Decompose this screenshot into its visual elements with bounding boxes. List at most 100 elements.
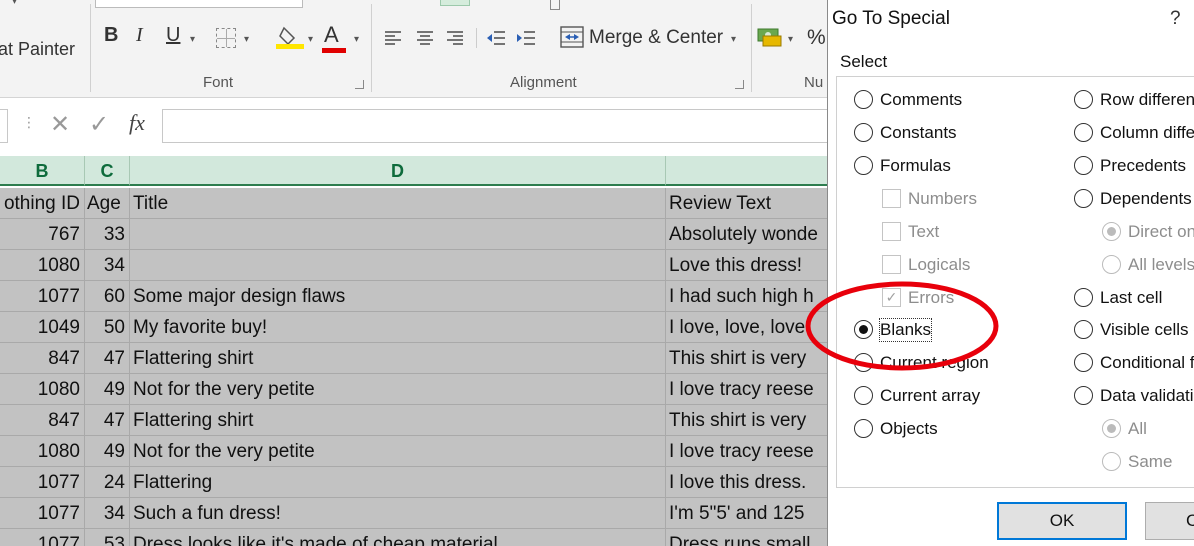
italic-button[interactable]: I	[136, 24, 143, 47]
enter-icon[interactable]: ✓	[89, 110, 109, 139]
radio-circle[interactable]	[854, 419, 873, 438]
cell-c[interactable]: 50	[85, 312, 130, 343]
cell-d[interactable]: Dress looks like it's made of cheap mate…	[130, 529, 666, 546]
cell-b[interactable]: 1080	[0, 250, 85, 281]
merge-center-button[interactable]: Merge & Center	[589, 27, 723, 49]
formula-input[interactable]	[162, 109, 862, 143]
radio-circle[interactable]	[1102, 419, 1121, 438]
align-center-icon[interactable]	[416, 29, 434, 52]
radio-circle[interactable]	[1102, 452, 1121, 471]
cell-d[interactable]: Not for the very petite	[130, 374, 666, 405]
cell-c[interactable]: 33	[85, 219, 130, 250]
alignment-dialog-launcher[interactable]	[735, 80, 744, 89]
radio-circle[interactable]	[854, 156, 873, 175]
merge-dropdown-caret[interactable]: ▾	[731, 34, 736, 45]
align-left-icon[interactable]	[384, 29, 402, 52]
radio-circle[interactable]	[1074, 320, 1093, 339]
cell-b[interactable]: othing ID	[0, 188, 85, 219]
cell-c[interactable]: 49	[85, 374, 130, 405]
cell-b[interactable]: 1077	[0, 498, 85, 529]
cell-b[interactable]: 847	[0, 343, 85, 374]
checkbox-box[interactable]	[882, 222, 901, 241]
cancel-button[interactable]: C	[1145, 502, 1194, 540]
accounting-format-icon[interactable]	[757, 26, 783, 53]
radio-circle[interactable]	[1074, 90, 1093, 109]
font-dialog-launcher[interactable]	[355, 80, 364, 89]
cell-c[interactable]: 47	[85, 405, 130, 436]
radio-circle[interactable]	[854, 386, 873, 405]
cell-d[interactable]: Such a fun dress!	[130, 498, 666, 529]
underline-button[interactable]: U	[166, 24, 180, 47]
cell-b[interactable]: 1077	[0, 467, 85, 498]
fill-color-icon[interactable]	[276, 24, 306, 50]
cell-c[interactable]: 49	[85, 436, 130, 467]
decrease-indent-icon[interactable]	[486, 29, 506, 52]
percent-style-button[interactable]: %	[807, 26, 826, 50]
radio-circle[interactable]	[1102, 222, 1121, 241]
bold-button[interactable]: B	[104, 24, 118, 47]
cell-b[interactable]: 1077	[0, 529, 85, 546]
cell-d[interactable]: Flattering	[130, 467, 666, 498]
cancel-icon[interactable]: ✕	[50, 110, 70, 139]
fill-color-dropdown-caret[interactable]: ▾	[308, 34, 313, 45]
cell-d[interactable]: Some major design flaws	[130, 281, 666, 312]
checkbox-box[interactable]: ✓	[882, 288, 901, 307]
option-label: Blanks	[878, 318, 933, 342]
cell-b[interactable]: 847	[0, 405, 85, 436]
wrap-text-button-edge[interactable]	[440, 0, 470, 6]
cell-c[interactable]: 34	[85, 250, 130, 281]
checkbox-box[interactable]	[882, 189, 901, 208]
merge-center-icon[interactable]	[560, 26, 584, 53]
format-painter-button[interactable]: at Painter	[0, 39, 75, 60]
cell-b[interactable]: 1080	[0, 374, 85, 405]
cell-c[interactable]: 24	[85, 467, 130, 498]
orientation-icon-edge[interactable]	[550, 0, 560, 10]
radio-circle[interactable]	[1074, 288, 1093, 307]
radio-circle[interactable]	[1074, 353, 1093, 372]
cell-b[interactable]: 1049	[0, 312, 85, 343]
radio-circle[interactable]	[854, 90, 873, 109]
underline-dropdown-caret[interactable]: ▾	[190, 34, 195, 45]
name-box[interactable]	[0, 109, 8, 143]
column-header-b[interactable]: B	[0, 156, 85, 186]
radio-circle[interactable]	[854, 353, 873, 372]
cell-c[interactable]: 47	[85, 343, 130, 374]
font-color-dropdown-caret[interactable]: ▾	[354, 34, 359, 45]
font-name-box-edge[interactable]	[95, 0, 303, 8]
borders-dropdown-caret[interactable]: ▾	[244, 34, 249, 45]
radio-circle[interactable]	[1102, 255, 1121, 274]
cell-d[interactable]: Not for the very petite	[130, 436, 666, 467]
cell-c[interactable]: 34	[85, 498, 130, 529]
cell-b[interactable]: 1080	[0, 436, 85, 467]
radio-circle[interactable]	[1074, 156, 1093, 175]
align-right-icon[interactable]	[446, 29, 464, 52]
cell-d[interactable]: Flattering shirt	[130, 405, 666, 436]
ok-button[interactable]: OK	[997, 502, 1127, 540]
column-header-d[interactable]: D	[130, 156, 666, 186]
radio-circle[interactable]	[1074, 386, 1093, 405]
font-color-button[interactable]: A	[322, 22, 346, 53]
cell-d[interactable]: My favorite buy!	[130, 312, 666, 343]
paste-dropdown-caret[interactable]: ▾	[12, 0, 17, 7]
cell-d[interactable]	[130, 219, 666, 250]
cell-c[interactable]: Age	[85, 188, 130, 219]
radio-circle[interactable]	[1074, 123, 1093, 142]
cell-d[interactable]: Title	[130, 188, 666, 219]
cell-b[interactable]: 1077	[0, 281, 85, 312]
column-header-c[interactable]: C	[85, 156, 130, 186]
radio-circle[interactable]	[854, 123, 873, 142]
cell-c[interactable]: 60	[85, 281, 130, 312]
radio-circle[interactable]	[854, 320, 873, 339]
borders-icon[interactable]	[216, 28, 236, 48]
cell-b[interactable]: 767	[0, 219, 85, 250]
increase-indent-icon[interactable]	[516, 29, 536, 52]
checkbox-box[interactable]	[882, 255, 901, 274]
cell-c[interactable]: 53	[85, 529, 130, 546]
formula-bar-grip-icon[interactable]: ⋮	[22, 114, 36, 131]
insert-function-icon[interactable]: fx	[129, 110, 145, 136]
radio-circle[interactable]	[1074, 189, 1093, 208]
cell-d[interactable]	[130, 250, 666, 281]
help-button[interactable]: ?	[1170, 8, 1181, 30]
cell-d[interactable]: Flattering shirt	[130, 343, 666, 374]
accounting-dropdown-caret[interactable]: ▾	[788, 34, 793, 45]
